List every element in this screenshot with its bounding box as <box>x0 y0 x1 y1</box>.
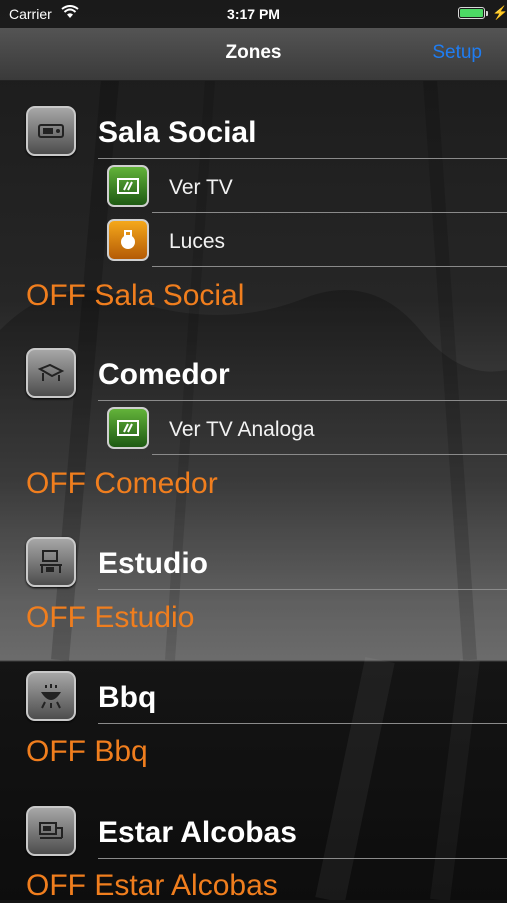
tv-icon[interactable] <box>107 407 149 449</box>
bedroom-icon <box>26 806 76 856</box>
off-estudio-button[interactable]: OFF Estudio <box>26 601 194 635</box>
zone-header-bbq[interactable]: Bbq <box>0 671 507 723</box>
divider <box>152 266 507 267</box>
zone-title: Bbq <box>98 681 157 714</box>
tv-icon[interactable] <box>107 165 149 207</box>
study-desk-icon <box>26 537 76 587</box>
tv-room-icon <box>26 106 76 156</box>
zone-title: Estudio <box>98 547 208 580</box>
light-bulb-icon[interactable] <box>107 219 149 261</box>
divider <box>98 158 507 159</box>
divider <box>98 589 507 590</box>
scene-luces[interactable]: Luces <box>169 230 225 254</box>
off-bbq-button[interactable]: OFF Bbq <box>26 735 148 769</box>
divider <box>98 400 507 401</box>
divider <box>152 454 507 455</box>
zone-header-estar-alcobas[interactable]: Estar Alcobas <box>0 806 507 858</box>
zone-header-sala-social[interactable]: Sala Social <box>0 106 507 158</box>
charging-icon: ⚡ <box>492 5 507 20</box>
scene-ver-tv[interactable]: Ver TV <box>169 176 233 200</box>
clock: 3:17 PM <box>227 6 280 22</box>
scene-ver-tv-analoga[interactable]: Ver TV Analoga <box>169 418 315 442</box>
status-bar: Carrier 3:17 PM ⚡ <box>0 0 507 28</box>
off-comedor-button[interactable]: OFF Comedor <box>26 467 218 501</box>
zone-title: Estar Alcobas <box>98 816 297 849</box>
zone-header-estudio[interactable]: Estudio <box>0 537 507 589</box>
navigation-bar: Zones Setup <box>0 28 507 81</box>
page-title: Zones <box>225 42 282 63</box>
setup-button[interactable]: Setup <box>432 42 482 64</box>
off-sala-social-button[interactable]: OFF Sala Social <box>26 279 244 313</box>
divider <box>98 858 507 859</box>
battery-icon <box>458 7 485 19</box>
off-estar-alcobas-button[interactable]: OFF Estar Alcobas <box>26 869 278 903</box>
battery-tip <box>486 11 488 16</box>
dining-room-icon <box>26 348 76 398</box>
zone-title: Sala Social <box>98 116 257 149</box>
zone-title: Comedor <box>98 358 230 391</box>
grill-icon <box>26 671 76 721</box>
divider <box>152 212 507 213</box>
divider <box>98 723 507 724</box>
zone-header-comedor[interactable]: Comedor <box>0 348 507 400</box>
